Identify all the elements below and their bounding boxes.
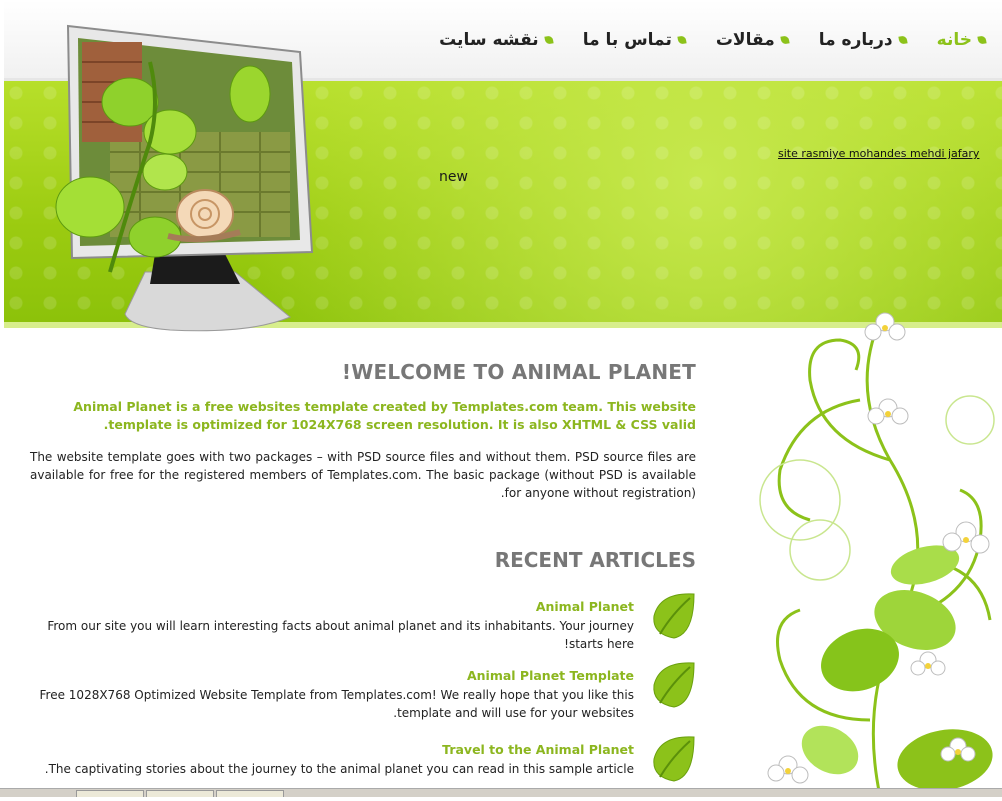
welcome-title: WELCOME TO ANIMAL PLANET!: [341, 360, 696, 384]
floral-vine-decoration: [759, 312, 995, 796]
nav-item-home[interactable]: خانه: [936, 30, 987, 50]
welcome-section: WELCOME TO ANIMAL PLANET! Animal Planet …: [30, 360, 696, 502]
nav-item-articles[interactable]: مقالات: [715, 30, 790, 50]
site-link[interactable]: site rasmiye mohandes mehdi jafary: [778, 147, 979, 160]
welcome-description: The website template goes with two packa…: [30, 450, 696, 500]
leaf-icon: [653, 662, 695, 708]
monitor-illustration: [55, 24, 314, 332]
leaf-icon: [653, 593, 695, 639]
welcome-intro: Animal Planet is a free websites templat…: [73, 399, 696, 432]
leaf-icon: [653, 736, 695, 782]
nav-label: تماس با ما: [582, 30, 672, 50]
leaf-bullet-icon: [977, 35, 987, 45]
article-item: Animal Planet Template Free 1028X768 Opt…: [30, 662, 696, 727]
article-summary: Free 1028X768 Optimized Website Template…: [39, 688, 634, 720]
article-title-link[interactable]: Travel to the Animal Planet: [34, 741, 634, 759]
leaf-bullet-icon: [898, 35, 908, 45]
nav-label: درباره ما: [818, 30, 893, 50]
article-title-link[interactable]: Animal Planet: [34, 598, 634, 616]
article-item: Animal Planet From our site you will lea…: [30, 593, 696, 658]
nav-label: خانه: [936, 30, 972, 50]
new-label: new: [439, 169, 468, 185]
main-nav: خانه درباره ما مقالات تماس با ما نقشه سا…: [439, 30, 987, 50]
leaf-bullet-icon: [544, 35, 554, 45]
article-summary: The captivating stories about the journe…: [44, 762, 634, 776]
article-summary: From our site you will learn interesting…: [47, 619, 634, 651]
leaf-bullet-icon: [780, 35, 790, 45]
nav-label: مقالات: [715, 30, 775, 50]
leaf-bullet-icon: [677, 35, 687, 45]
nav-item-sitemap[interactable]: نقشه سایت: [439, 30, 554, 50]
nav-item-contact[interactable]: تماس با ما: [582, 30, 687, 50]
nav-item-about[interactable]: درباره ما: [818, 30, 908, 50]
article-title-link[interactable]: Animal Planet Template: [34, 667, 634, 685]
recent-articles-title: RECENT ARTICLES: [494, 548, 696, 572]
nav-label: نقشه سایت: [439, 30, 539, 50]
